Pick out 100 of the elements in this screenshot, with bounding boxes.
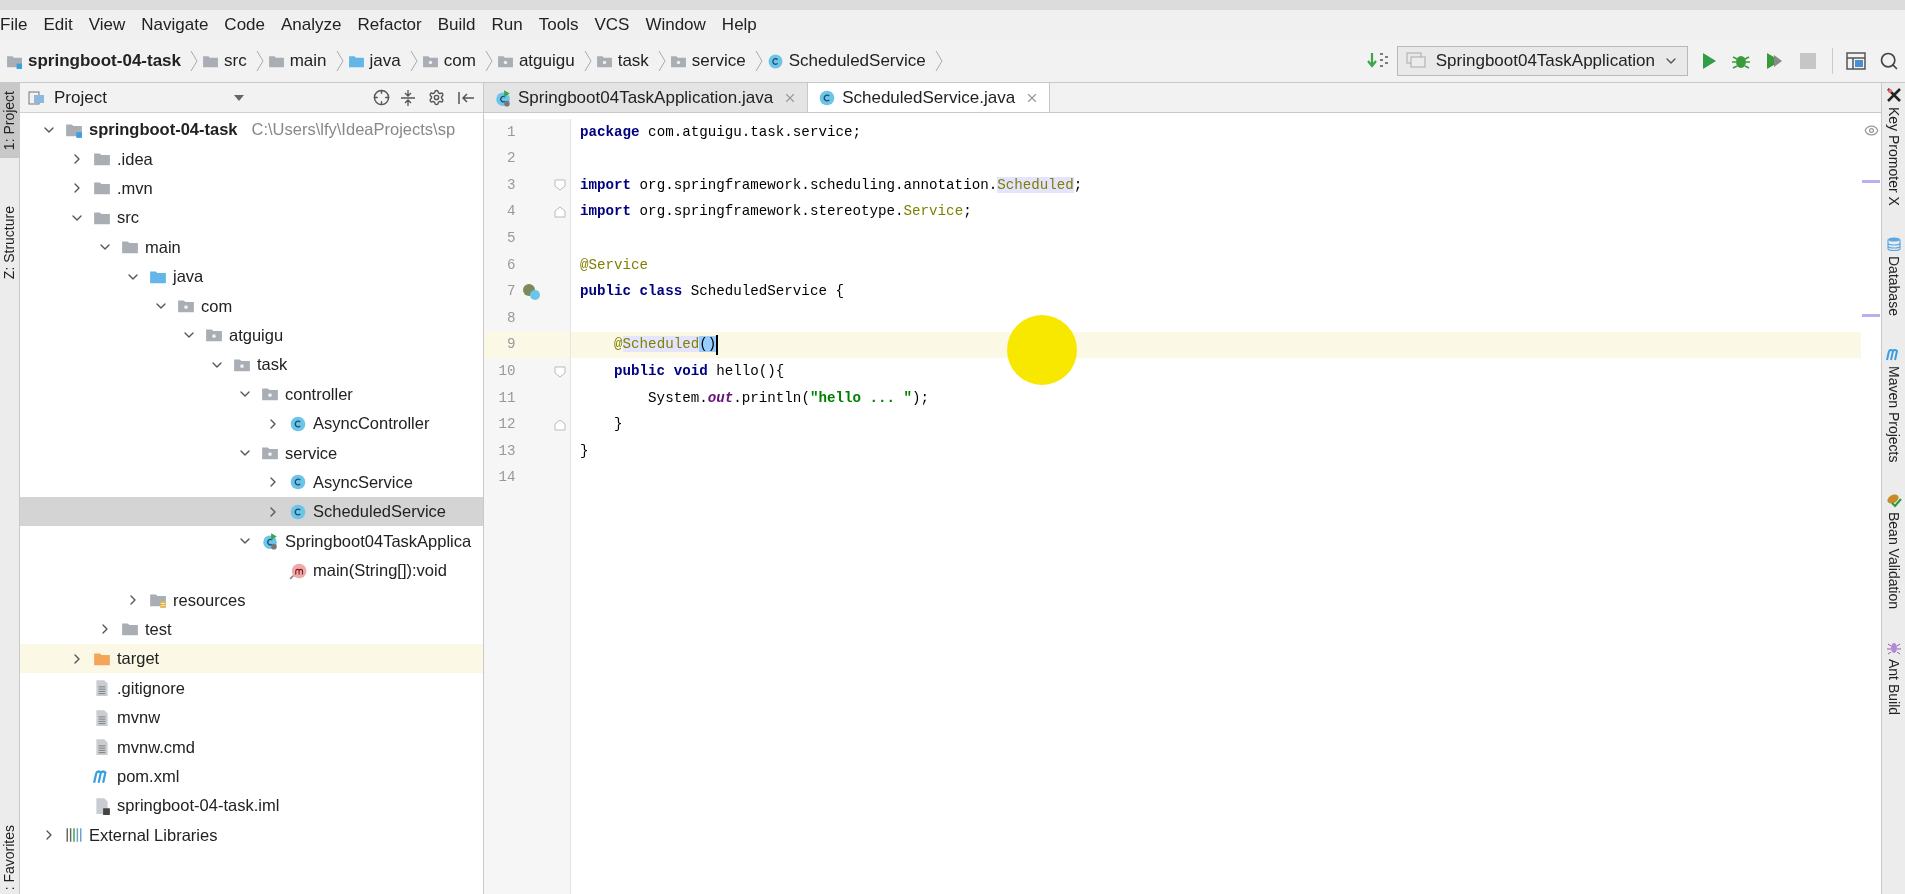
- eye-icon[interactable]: [1863, 123, 1879, 138]
- menu-item[interactable]: Analyze: [273, 12, 350, 38]
- fold-marker-icon[interactable]: [553, 206, 566, 219]
- fold-marker-icon[interactable]: [553, 365, 566, 378]
- tree-item[interactable]: main: [20, 232, 483, 262]
- x-mark-icon[interactable]: [1885, 87, 1902, 103]
- tree-item-label: task: [257, 354, 288, 376]
- tool-window-tab[interactable]: 1: Project: [0, 83, 19, 159]
- run-configuration-dropdown[interactable]: Springboot04TaskApplication: [1396, 46, 1688, 76]
- tree-item-label: com: [201, 295, 233, 317]
- breadcrumb-item[interactable]: atguigu: [496, 48, 592, 74]
- breadcrumb-item[interactable]: springboot-04-task: [6, 48, 199, 74]
- menu-item[interactable]: VCS: [586, 12, 638, 38]
- tool-window-tab[interactable]: : Favorites: [0, 820, 19, 894]
- tree-item[interactable]: pom.xml: [20, 761, 483, 791]
- menu-item[interactable]: Navigate: [133, 12, 217, 38]
- project-structure-icon[interactable]: [1845, 50, 1867, 72]
- menu-item[interactable]: View: [80, 12, 134, 38]
- tree-item[interactable]: .mvn: [20, 173, 483, 204]
- tree-item[interactable]: controller: [20, 379, 483, 409]
- fold-marker-icon[interactable]: [553, 418, 566, 431]
- tree-item-label: ScheduledService: [313, 501, 446, 523]
- tree-item[interactable]: .gitignore: [20, 673, 483, 703]
- spring-bean-icon[interactable]: [522, 282, 543, 301]
- tree-item-label: mvnw.cmd: [117, 736, 195, 758]
- project-view-icon: [28, 89, 46, 106]
- menu-item[interactable]: Help: [713, 12, 765, 38]
- code-line: }: [580, 441, 589, 461]
- tree-item[interactable]: ScheduledService: [20, 497, 483, 527]
- package-icon: [261, 444, 279, 462]
- breadcrumb-item[interactable]: service: [669, 48, 763, 74]
- tree-item[interactable]: AsyncService: [20, 467, 483, 498]
- line-number: 9: [506, 335, 516, 355]
- menu-item[interactable]: Tools: [530, 12, 587, 38]
- tree-item[interactable]: resources: [20, 585, 483, 615]
- tool-window-tab[interactable]: Maven Projects: [1883, 345, 1904, 463]
- locate-icon[interactable]: [373, 89, 390, 106]
- spring-class-icon: [494, 88, 512, 107]
- tree-item-label: atguigu: [229, 325, 284, 347]
- tree-item[interactable]: com: [20, 291, 483, 321]
- tool-window-tab[interactable]: Z: Structure: [0, 198, 19, 288]
- tool-window-tab[interactable]: Ant Build: [1883, 639, 1904, 716]
- class-icon: [289, 473, 307, 492]
- menu-item[interactable]: Edit: [35, 12, 81, 38]
- tool-window-tab[interactable]: Bean Validation: [1883, 492, 1904, 610]
- collapse-all-icon[interactable]: [400, 88, 416, 107]
- run-icon[interactable]: [1700, 51, 1718, 71]
- search-icon[interactable]: [1879, 51, 1899, 71]
- tree-item[interactable]: target: [20, 644, 483, 674]
- menu-item[interactable]: Window: [637, 12, 714, 38]
- editor-tab[interactable]: ScheduledService.java: [808, 83, 1051, 112]
- hide-panel-icon[interactable]: [457, 89, 475, 106]
- tree-item[interactable]: java: [20, 261, 483, 292]
- tree-item-label: target: [117, 648, 160, 670]
- text-cursor: [716, 335, 719, 356]
- code-line: }: [613, 415, 623, 435]
- tree-item[interactable]: mvnw.cmd: [20, 732, 483, 762]
- tree-item[interactable]: springboot-04-task.iml: [20, 791, 483, 821]
- breadcrumb-item[interactable]: com: [421, 48, 493, 74]
- tree-item-label: main(String[]):void: [313, 560, 447, 582]
- tree-item[interactable]: service: [20, 438, 483, 468]
- line-number: 14: [497, 468, 516, 488]
- code-line: package com.atguigu.task.service;: [580, 122, 861, 142]
- tree-item[interactable]: task: [20, 350, 483, 380]
- tree-item[interactable]: mvnw: [20, 702, 483, 733]
- breadcrumb-item[interactable]: src: [202, 48, 264, 74]
- breadcrumb-item[interactable]: main: [267, 48, 344, 74]
- tree-item[interactable]: Springboot04TaskApplica: [20, 526, 483, 556]
- tree-item[interactable]: AsyncController: [20, 408, 483, 439]
- method-icon: [289, 561, 307, 580]
- tree-item[interactable]: springboot-04-task C:\Users\lfy\IdeaProjects\sp: [20, 115, 483, 145]
- line-number: 4: [506, 202, 516, 222]
- tree-item-label: .gitignore: [117, 677, 185, 699]
- tree-item[interactable]: atguigu: [20, 320, 483, 351]
- line-number: 3: [506, 175, 516, 195]
- tree-item-label: test: [145, 618, 172, 640]
- tree-item[interactable]: .idea: [20, 144, 483, 174]
- chevron-icon: [934, 50, 943, 72]
- menu-item[interactable]: Build: [429, 12, 484, 38]
- line-number: 10: [497, 362, 516, 381]
- fold-marker-icon[interactable]: [553, 179, 566, 192]
- tool-window-tab[interactable]: Database: [1883, 235, 1904, 316]
- tree-item[interactable]: External Libraries: [20, 820, 483, 850]
- tool-window-tab[interactable]: Key Promoter X: [1883, 87, 1904, 206]
- chevron-icon: [190, 50, 199, 72]
- menu-item[interactable]: Code: [216, 12, 273, 38]
- menu-item[interactable]: Run: [483, 12, 531, 38]
- tree-item[interactable]: src: [20, 203, 483, 233]
- breadcrumb-item[interactable]: java: [347, 48, 418, 74]
- breadcrumb-item[interactable]: ScheduledService: [766, 48, 943, 74]
- chevron-icon: [255, 50, 264, 72]
- settings-icon[interactable]: [428, 89, 445, 106]
- editor-tab[interactable]: Springboot04TaskApplication.java: [484, 83, 809, 112]
- menu-item[interactable]: Refactor: [349, 12, 430, 38]
- menu-item[interactable]: File: [0, 12, 36, 38]
- bean-icon[interactable]: [1885, 492, 1902, 509]
- tree-item[interactable]: test: [20, 614, 483, 645]
- chevron-icon: [409, 50, 418, 72]
- breadcrumb-item[interactable]: task: [595, 48, 666, 74]
- tree-item[interactable]: main(String[]):void: [20, 555, 483, 586]
